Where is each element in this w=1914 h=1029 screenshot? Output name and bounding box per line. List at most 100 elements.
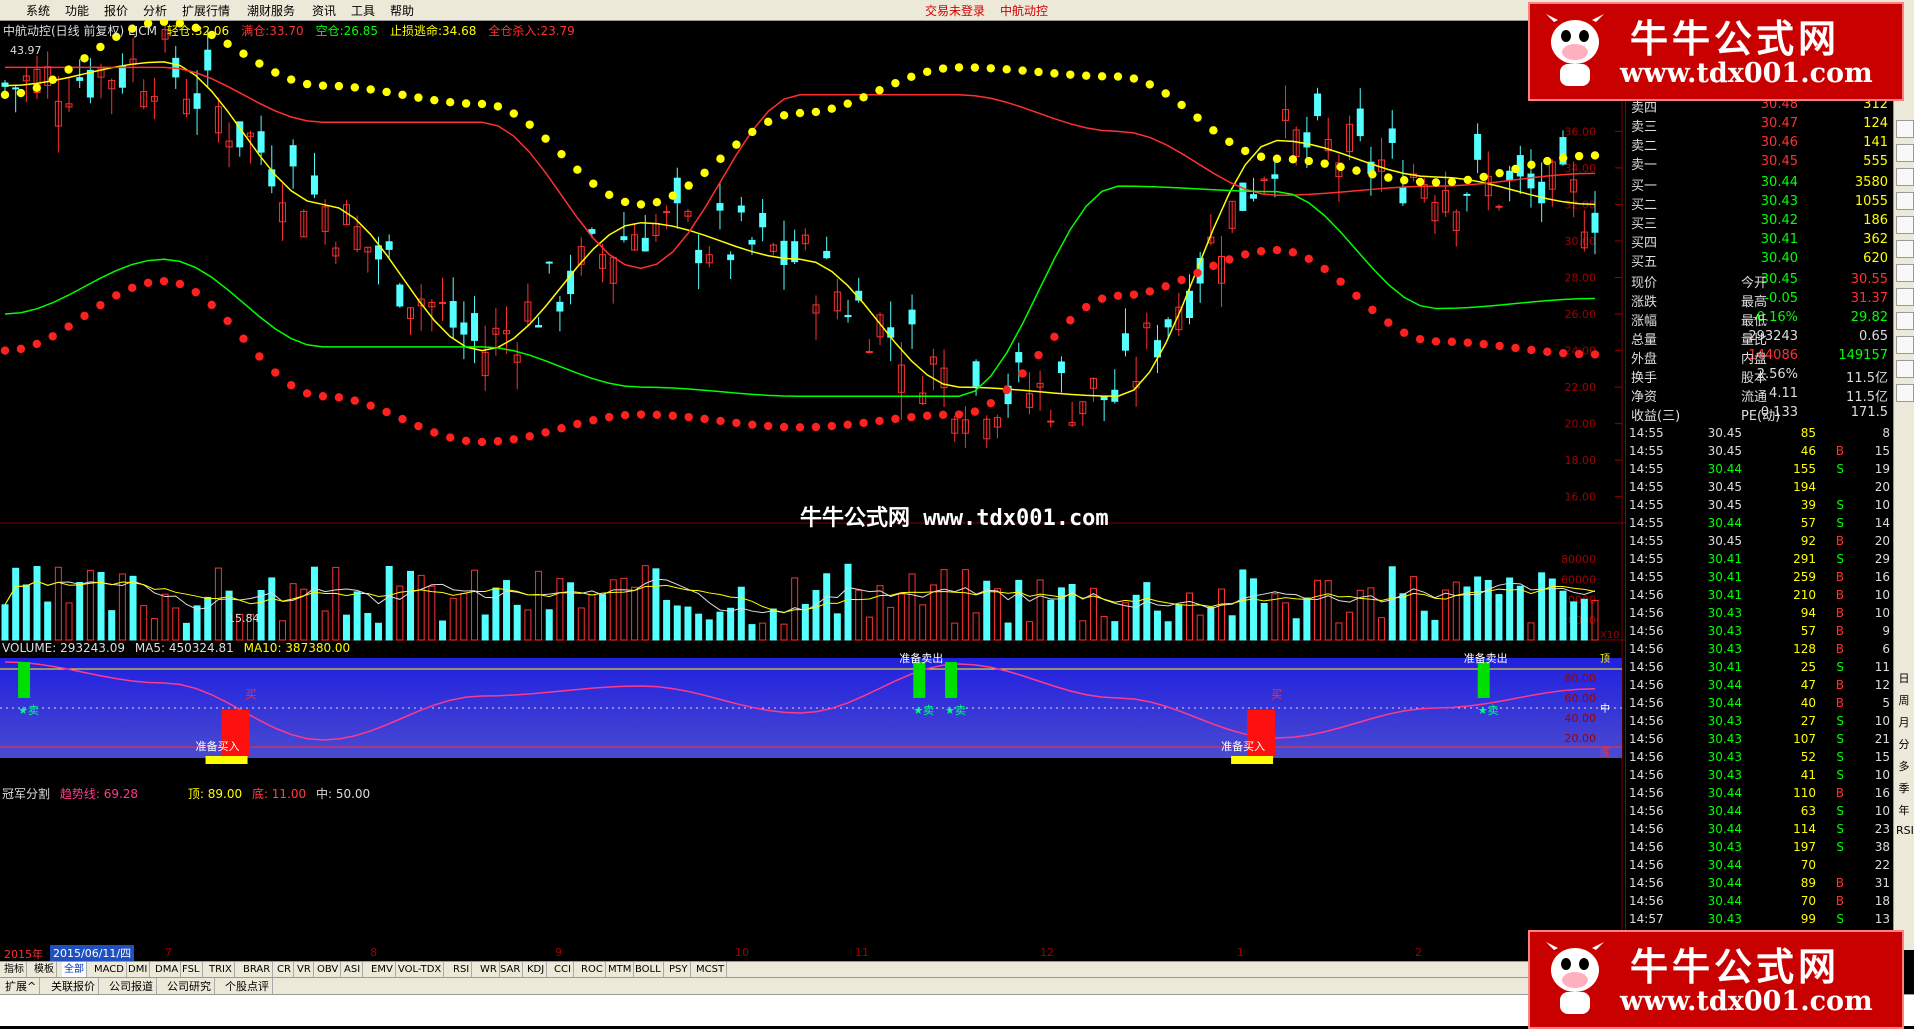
- series-dot: [366, 85, 375, 94]
- indicator-tab[interactable]: ASI: [342, 962, 364, 978]
- period-button[interactable]: 周: [1896, 692, 1912, 708]
- indicator-tab[interactable]: EMV: [369, 962, 396, 978]
- chart-canvas[interactable]: 40.0038.0036.0034.0032.0030.0028.0026.00…: [0, 20, 1625, 945]
- indicator-tab[interactable]: WR: [478, 962, 500, 978]
- tick-row: 14:56 30.43 41 S 10: [1626, 767, 1894, 785]
- indicator-tab[interactable]: RSI: [451, 962, 473, 978]
- toolbar-icon[interactable]: [1896, 312, 1914, 330]
- toolbar-icon[interactable]: [1896, 360, 1914, 378]
- indicator-tab[interactable]: KDJ: [525, 962, 548, 978]
- toolbar-icon[interactable]: [1896, 336, 1914, 354]
- volume-bar: [780, 623, 788, 641]
- volume-bar: [22, 584, 30, 641]
- indicator-tab[interactable]: VOL-TDX: [396, 962, 445, 978]
- toolbar-icon[interactable]: [1896, 144, 1914, 162]
- volume-bar: [204, 596, 212, 641]
- indicator-tab[interactable]: OBV: [315, 962, 342, 978]
- tick-price: 30.41: [1707, 588, 1742, 602]
- indicator-tab[interactable]: CR: [275, 962, 294, 978]
- series-dot: [1288, 155, 1298, 164]
- stat-value: 4.11: [1769, 386, 1798, 401]
- bottom-tab[interactable]: 公司研究: [164, 978, 215, 995]
- stat-label: 流通: [1741, 390, 1768, 405]
- volume-bar: [321, 610, 329, 641]
- candle-body: [439, 301, 447, 304]
- indicator-tab[interactable]: 模板: [32, 962, 57, 978]
- legend-label: 轻仓:: [166, 24, 195, 38]
- ask-row: 卖二 30.46 141: [1626, 134, 1894, 154]
- series-dot: [605, 190, 614, 200]
- indicator-tab[interactable]: BOLL: [633, 962, 664, 978]
- indicator-tab[interactable]: DMA: [153, 962, 182, 978]
- bottom-tab[interactable]: 公司报道: [106, 978, 157, 995]
- menu-item[interactable]: 扩展行情: [182, 2, 230, 19]
- indicator-tab[interactable]: PSY: [667, 962, 691, 978]
- period-button[interactable]: 日: [1896, 670, 1912, 686]
- volume-bar: [919, 604, 927, 641]
- indicator-tab[interactable]: 全部: [62, 962, 87, 978]
- bid-label: 买四: [1631, 236, 1658, 251]
- series-dot: [1320, 264, 1329, 274]
- series-dot: [732, 418, 741, 428]
- candle-body: [1356, 108, 1364, 137]
- toolbar-icon[interactable]: [1896, 192, 1914, 210]
- indicator-tab[interactable]: MACD: [92, 962, 127, 978]
- menu-item[interactable]: 系统: [26, 2, 50, 19]
- buy-label: 买: [246, 688, 257, 701]
- toolbar-icon[interactable]: [1896, 240, 1914, 258]
- bottom-tab[interactable]: 个股点评: [222, 978, 273, 995]
- bottom-tab[interactable]: 扩展^: [2, 978, 41, 995]
- tick-row: 14:56 30.43 128 B 6: [1626, 641, 1894, 659]
- series-dot: [334, 393, 344, 402]
- series-dot: [48, 75, 57, 84]
- indicator-tab[interactable]: 指标: [2, 962, 27, 978]
- ask-price: 30.46: [1760, 135, 1798, 150]
- toolbar-icon[interactable]: [1896, 384, 1914, 402]
- volume-bar: [332, 566, 340, 641]
- menu-item[interactable]: 潮财服务: [247, 2, 295, 19]
- toolbar-icon[interactable]: [1896, 288, 1914, 306]
- bottom-tab[interactable]: 关联报价: [48, 978, 99, 995]
- indicator-tab[interactable]: TRIX: [207, 962, 235, 978]
- toolbar-icon[interactable]: [1896, 216, 1914, 234]
- toolbar-icon[interactable]: [1896, 120, 1914, 138]
- period-button[interactable]: RSI: [1896, 824, 1914, 840]
- volume-bar: [1452, 581, 1460, 641]
- period-button[interactable]: 月: [1896, 714, 1912, 730]
- indicator-tab[interactable]: MCST: [694, 962, 728, 978]
- series-dot: [557, 149, 566, 159]
- series-dot: [891, 78, 900, 88]
- series-dot: [175, 279, 185, 289]
- indicator-tab[interactable]: CCI: [552, 962, 574, 978]
- volume-legend: VOLUME: 293243.09 MA5: 450324.81 MA10: 3…: [2, 641, 356, 655]
- toolbar-icon[interactable]: [1896, 168, 1914, 186]
- series-dot: [1447, 177, 1457, 187]
- volume-bar: [876, 585, 884, 641]
- menu-item[interactable]: 功能: [65, 2, 89, 19]
- menu-item[interactable]: 分析: [143, 2, 167, 19]
- series-dot: [1129, 74, 1139, 83]
- candle-body: [1388, 128, 1396, 143]
- tick-price: 30.44: [1707, 822, 1742, 836]
- menu-item[interactable]: 帮助: [390, 2, 414, 19]
- period-button[interactable]: 多: [1896, 758, 1912, 774]
- indicator-tab[interactable]: VR: [295, 962, 314, 978]
- period-button[interactable]: 分: [1896, 736, 1912, 752]
- indicator-tab[interactable]: MTM: [606, 962, 635, 978]
- menu-item[interactable]: 资讯: [312, 2, 336, 19]
- indicator-tab[interactable]: BRAR: [241, 962, 274, 978]
- indicator-tab[interactable]: DMI: [126, 962, 151, 978]
- menu-item[interactable]: 工具: [351, 2, 375, 19]
- period-button[interactable]: 季: [1896, 780, 1912, 796]
- period-button[interactable]: 年: [1896, 802, 1912, 818]
- tick-side: S: [1836, 552, 1844, 566]
- toolbar-icon[interactable]: [1896, 264, 1914, 282]
- menu-item[interactable]: 报价: [104, 2, 128, 19]
- ask-label: 卖二: [1631, 139, 1658, 154]
- month-tick: 10: [735, 946, 749, 959]
- indicator-tab[interactable]: SAR: [498, 962, 524, 978]
- tick-time: 14:55: [1629, 552, 1664, 566]
- indicator-tab[interactable]: ROC: [579, 962, 606, 978]
- indicator-tab[interactable]: FSL: [180, 962, 203, 978]
- tick-row: 14:56 30.44 110 B 16: [1626, 785, 1894, 803]
